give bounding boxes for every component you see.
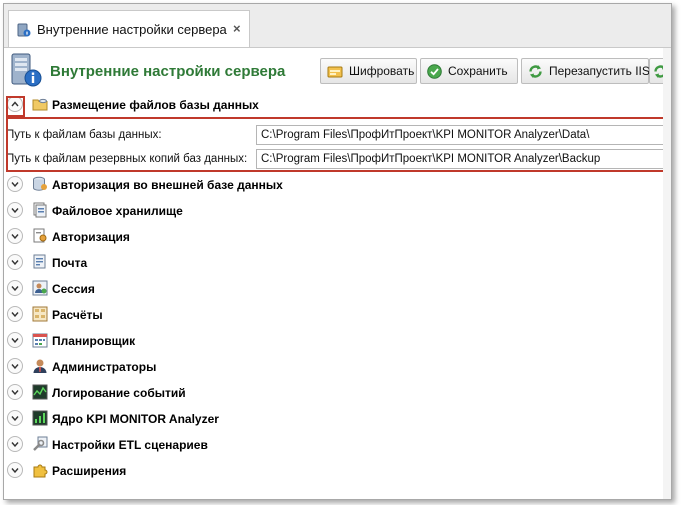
encrypt-button[interactable]: Шифровать [320, 58, 417, 84]
group-label: Авторизация [52, 230, 130, 244]
encrypt-icon [327, 66, 343, 78]
group-file-storage[interactable]: Файловое хранилище [4, 199, 644, 223]
settings-content: Размещение файлов базы данных Путь к фай… [4, 93, 671, 499]
chevron-down-icon [11, 416, 19, 421]
expand-button[interactable] [7, 436, 23, 452]
group-calculations[interactable]: Расчёты [4, 303, 644, 327]
data-path-label: Путь к файлам базы данных: [6, 129, 162, 141]
group-label: Почта [52, 256, 88, 270]
expand-button[interactable] [7, 462, 23, 478]
group-label: Расчёты [52, 308, 103, 322]
save-button[interactable]: Сохранить [420, 58, 518, 84]
checkmark-icon [427, 63, 442, 79]
vertical-scrollbar[interactable] [663, 48, 671, 499]
folder-database-icon [32, 96, 48, 115]
event-log-icon [32, 384, 48, 403]
refresh-icon [529, 64, 542, 78]
settings-window: Внутренние настройки сервера × Внутренни… [3, 3, 672, 500]
expand-button[interactable] [7, 254, 23, 270]
chevron-up-icon [11, 101, 19, 107]
server-info-icon [9, 52, 43, 91]
key-document-icon [32, 228, 48, 247]
analyzer-core-icon [32, 410, 48, 429]
group-label: Логирование событий [52, 386, 186, 400]
restart-iis-button-label: Перезапустить IIS [549, 64, 650, 78]
data-path-input[interactable] [256, 125, 664, 145]
group-authorization[interactable]: Авторизация [4, 225, 644, 249]
expand-button[interactable] [7, 384, 23, 400]
group-analyzer-core[interactable]: Ядро KPI MONITOR Analyzer [4, 407, 644, 431]
encrypt-button-label: Шифровать [349, 64, 415, 78]
chevron-down-icon [11, 234, 19, 239]
chevron-down-icon [11, 338, 19, 343]
group-scheduler[interactable]: Планировщик [4, 329, 644, 353]
group-label: Настройки ETL сценариев [52, 438, 208, 452]
tab-strip: Внутренние настройки сервера × [4, 4, 671, 48]
chevron-down-icon [11, 468, 19, 473]
admin-user-icon [32, 358, 48, 377]
database-user-icon [32, 176, 48, 195]
group-label: Авторизация во внешней базе данных [52, 178, 283, 192]
server-settings-icon [17, 23, 31, 40]
expand-button[interactable] [7, 332, 23, 348]
chevron-down-icon [11, 286, 19, 291]
chevron-down-icon [11, 182, 19, 187]
chevron-down-icon [11, 260, 19, 265]
chevron-down-icon [11, 442, 19, 447]
file-storage-icon [32, 202, 48, 221]
group-session[interactable]: Сессия [4, 277, 644, 301]
calendar-icon [32, 332, 48, 351]
group-database-files[interactable]: Размещение файлов базы данных [4, 93, 644, 117]
page-title: Внутренние настройки сервера [50, 63, 286, 80]
group-external-db-auth[interactable]: Авторизация во внешней базе данных [4, 173, 644, 197]
group-label: Расширения [52, 464, 127, 478]
session-user-icon [32, 280, 48, 299]
backup-path-input[interactable] [256, 149, 664, 169]
chevron-down-icon [11, 364, 19, 369]
group-administrators[interactable]: Администраторы [4, 355, 644, 379]
restart-iis-button[interactable]: Перезапустить IIS [521, 58, 650, 84]
backup-path-label: Путь к файлам резервных копий баз данных… [6, 153, 248, 165]
calculator-icon [32, 306, 48, 325]
chevron-down-icon [11, 208, 19, 213]
close-icon[interactable]: × [233, 21, 241, 36]
chevron-down-icon [11, 312, 19, 317]
expand-button[interactable] [7, 176, 23, 192]
expand-button[interactable] [7, 306, 23, 322]
group-label: Файловое хранилище [52, 204, 183, 218]
expand-button[interactable] [7, 410, 23, 426]
group-label: Администраторы [52, 360, 157, 374]
group-mail[interactable]: Почта [4, 251, 644, 275]
tab-title: Внутренние настройки сервера [37, 22, 227, 37]
etl-wrench-icon [32, 436, 48, 455]
group-label: Размещение файлов базы данных [52, 98, 259, 112]
group-extensions[interactable]: Расширения [4, 459, 644, 483]
group-label: Ядро KPI MONITOR Analyzer [52, 412, 219, 426]
expand-button[interactable] [7, 280, 23, 296]
mail-settings-icon [32, 254, 48, 273]
group-etl-settings[interactable]: Настройки ETL сценариев [4, 433, 644, 457]
tab-internal-settings[interactable]: Внутренние настройки сервера × [8, 10, 250, 47]
group-event-logging[interactable]: Логирование событий [4, 381, 644, 405]
expand-button[interactable] [7, 228, 23, 244]
expand-button[interactable] [7, 358, 23, 374]
group-label: Планировщик [52, 334, 136, 348]
collapse-button[interactable] [7, 96, 23, 112]
page-header: Внутренние настройки сервера Шифровать С… [4, 48, 671, 92]
group-label: Сессия [52, 282, 95, 296]
chevron-down-icon [11, 390, 19, 395]
expand-button[interactable] [7, 202, 23, 218]
puzzle-icon [32, 462, 48, 481]
save-button-label: Сохранить [448, 64, 508, 78]
